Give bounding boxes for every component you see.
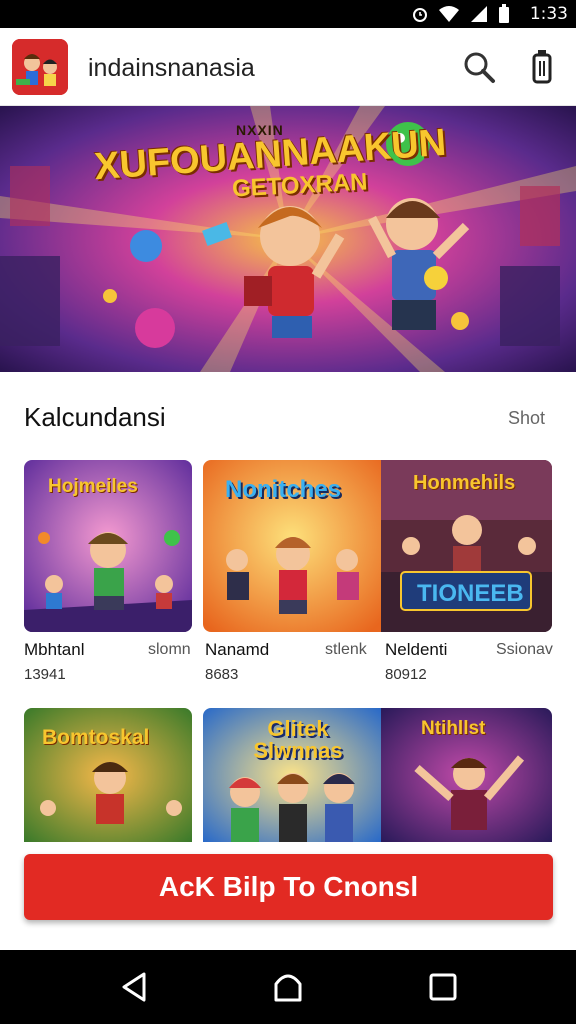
section-title: Kalcundansi <box>24 402 166 432</box>
game-card-6-art-title: Ntihllst <box>421 718 486 739</box>
signal-icon <box>471 6 487 22</box>
wifi-icon <box>439 6 459 22</box>
game-card-3-meta: Ssionav <box>496 641 553 658</box>
game-card-1-count: 13941 <box>24 666 66 683</box>
status-time: 1:33 <box>529 4 568 24</box>
alarm-icon <box>413 8 427 22</box>
status-bar: 1:33 <box>0 0 576 28</box>
game-card-3-banner: TIONEEB <box>417 580 524 607</box>
game-card-3-art-title: Honmehils <box>413 472 516 494</box>
game-card-4[interactable]: Bomtoskal <box>24 708 192 842</box>
hero-banner[interactable]: NXXIN XUFOUANNAAKUN GETOXRAN <box>0 106 576 372</box>
game-card-4-art-title: Bomtoskal <box>42 726 150 749</box>
game-card-3-count: 80912 <box>385 666 427 683</box>
game-card-1-meta: slomn <box>148 641 191 658</box>
recents-icon[interactable] <box>426 970 460 1004</box>
game-card-2-name: Nanamd <box>205 640 270 659</box>
game-card-2-count: 8683 <box>205 666 239 683</box>
back-icon[interactable] <box>118 970 152 1004</box>
search-icon[interactable] <box>462 50 496 84</box>
trash-icon[interactable] <box>528 48 556 86</box>
game-card-1-art-title: Hojmeiles <box>48 476 138 497</box>
game-card-1[interactable]: Hojmeiles <box>24 460 192 632</box>
game-card-2-art-title: Nonitches <box>225 476 342 503</box>
game-card-6[interactable]: Ntihllst <box>381 708 552 842</box>
status-icons <box>412 4 510 24</box>
home-icon[interactable] <box>271 970 305 1004</box>
game-card-3[interactable]: Honmehils TIONEEB <box>381 460 552 632</box>
system-nav-bar <box>0 950 576 1024</box>
game-card-5[interactable]: Glitek Slwnnas <box>203 708 381 842</box>
section-more-link[interactable]: Shot <box>508 408 545 429</box>
app-bar: indainsnanasia <box>0 28 576 106</box>
battery-icon <box>499 4 509 23</box>
game-card-3-name: Neldenti <box>385 640 448 659</box>
game-card-2[interactable]: Nonitches <box>203 460 381 632</box>
app-title: indainsnanasia <box>88 54 255 82</box>
game-card-2-meta: stlenk <box>325 641 367 658</box>
game-card-1-name: Mbhtanl <box>24 640 85 659</box>
cta-button[interactable]: AcK Bilp To Cnonsl <box>24 854 553 920</box>
game-logo-icon[interactable] <box>12 39 68 95</box>
game-card-5-art-title: Glitek Slwnnas <box>253 716 343 763</box>
